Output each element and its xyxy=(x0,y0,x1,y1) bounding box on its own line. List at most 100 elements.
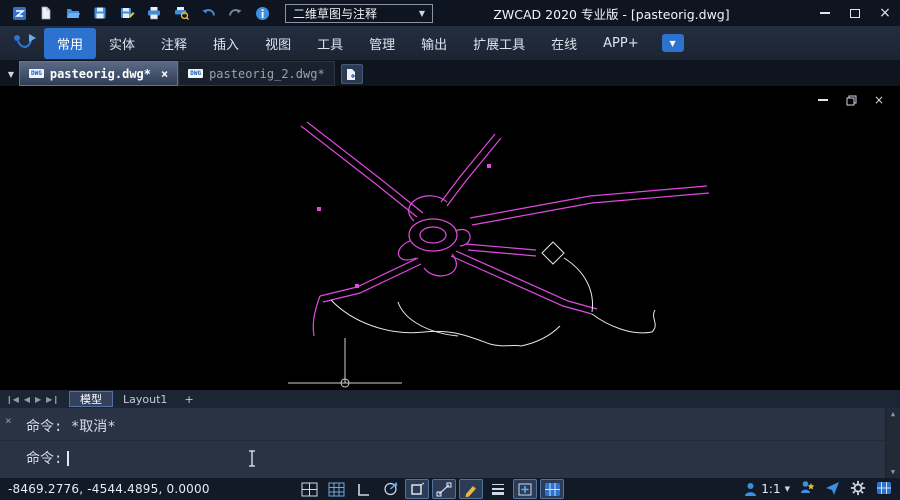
command-prompt-text: 命令: xyxy=(26,448,62,468)
doc-tab-list-icon[interactable]: ▼ xyxy=(3,62,19,86)
doc-tab-pasteorig[interactable]: DWG pasteorig.dwg* × xyxy=(19,61,178,86)
maximize-button[interactable] xyxy=(840,0,870,26)
ucs-axis-marker xyxy=(288,338,402,387)
last-layout-icon[interactable]: ▶❙ xyxy=(46,395,59,404)
snap-mode-icon[interactable] xyxy=(297,479,321,499)
save-as-icon[interactable] xyxy=(118,4,136,22)
close-command-icon[interactable]: × xyxy=(5,414,12,427)
doc-minimize-button[interactable] xyxy=(816,94,830,106)
next-layout-icon[interactable]: ▶ xyxy=(35,395,41,404)
help-icon[interactable] xyxy=(253,4,271,22)
save-icon[interactable] xyxy=(91,4,109,22)
status-toggle-icons xyxy=(297,479,564,499)
ribbon-tab-home[interactable]: 常用 xyxy=(44,28,96,59)
quick-access-toolbar xyxy=(10,4,271,22)
command-prompt-line[interactable]: 命令: xyxy=(26,448,69,468)
command-history-line: 命令: *取消* xyxy=(26,416,116,436)
annotation-visibility-icon xyxy=(800,480,815,495)
navigation-button[interactable] xyxy=(825,480,840,498)
drawing-area[interactable]: × xyxy=(0,86,900,390)
close-icon: × xyxy=(874,93,884,107)
window-title: ZWCAD 2020 专业版 - [pasteorig.dwg] xyxy=(433,4,810,23)
command-scrollbar[interactable]: ▲ ▼ xyxy=(885,408,900,478)
app-icon[interactable] xyxy=(10,4,28,22)
zwcad-logo[interactable] xyxy=(6,28,44,58)
close-button[interactable]: × xyxy=(870,0,900,26)
ribbon-tab-output[interactable]: 输出 xyxy=(408,28,460,59)
command-divider xyxy=(0,440,885,441)
window-controls: × xyxy=(810,0,900,26)
ribbon-tab-insert[interactable]: 插入 xyxy=(200,28,252,59)
prev-layout-icon[interactable]: ◀ xyxy=(24,395,30,404)
add-layout-button[interactable]: + xyxy=(177,391,200,407)
lineweight-icon[interactable] xyxy=(486,479,510,499)
terrain-lines-white xyxy=(331,242,655,346)
layout-tab-bar: ❙◀ ◀ ▶ ▶❙ 模型 Layout1 + xyxy=(0,390,900,408)
ribbon-minimize-button[interactable]: ▼ xyxy=(662,34,684,52)
drawing-window-controls: × xyxy=(816,94,886,106)
ribbon-tab-manage[interactable]: 管理 xyxy=(356,28,408,59)
chevron-down-icon: ▼ xyxy=(419,9,425,18)
annotation-scale-value: 1:1 xyxy=(761,482,780,496)
dwg-file-icon: DWG xyxy=(29,69,44,78)
doc-tab-label: pasteorig_2.dwg* xyxy=(209,67,325,81)
dynamic-input-icon[interactable] xyxy=(459,479,483,499)
minimize-button[interactable] xyxy=(810,0,840,26)
doc-restore-button[interactable] xyxy=(844,94,858,106)
tab-model[interactable]: 模型 xyxy=(69,391,113,407)
mouse-cursor-ibeam xyxy=(247,450,257,471)
undo-icon[interactable] xyxy=(199,4,217,22)
zwcad-window: 二维草图与注释 ▼ ZWCAD 2020 专业版 - [pasteorig.dw… xyxy=(0,0,900,500)
minimize-icon xyxy=(818,99,828,101)
cad-drawing[interactable] xyxy=(0,86,900,390)
doc-close-button[interactable]: × xyxy=(872,94,886,106)
scroll-up-icon[interactable]: ▲ xyxy=(891,410,895,418)
status-bar: -8469.2776, -4544.4895, 0.0000 xyxy=(0,478,900,500)
close-tab-icon[interactable]: × xyxy=(161,67,168,81)
first-layout-icon[interactable]: ❙◀ xyxy=(6,395,19,404)
open-file-icon[interactable] xyxy=(64,4,82,22)
road-network-magenta xyxy=(301,122,709,336)
clean-screen-button[interactable] xyxy=(876,481,892,498)
plot-icon[interactable] xyxy=(145,4,163,22)
grid-display-icon[interactable] xyxy=(324,479,348,499)
plot-preview-icon[interactable] xyxy=(172,4,190,22)
doc-tab-label: pasteorig.dwg* xyxy=(50,67,151,81)
object-snap-tracking-icon[interactable] xyxy=(432,479,456,499)
scroll-down-icon[interactable]: ▼ xyxy=(891,468,895,476)
workspace-dropdown[interactable]: 二维草图与注释 ▼ xyxy=(285,4,433,23)
annotation-visibility-button[interactable] xyxy=(800,480,815,498)
settings-button[interactable] xyxy=(850,480,866,499)
new-file-icon[interactable] xyxy=(37,4,55,22)
close-icon: × xyxy=(879,5,891,21)
ortho-mode-icon[interactable] xyxy=(351,479,375,499)
clean-screen-icon xyxy=(876,481,892,495)
tab-layout1[interactable]: Layout1 xyxy=(113,391,177,407)
dynamic-ucs-icon[interactable] xyxy=(513,479,537,499)
ribbon-tab-app-plus[interactable]: APP+ xyxy=(590,30,651,57)
ribbon-tab-online[interactable]: 在线 xyxy=(538,28,590,59)
grid-style-icon[interactable] xyxy=(540,479,564,499)
ribbon-tab-solid[interactable]: 实体 xyxy=(96,28,148,59)
object-snap-icon[interactable] xyxy=(405,479,429,499)
layout-nav-buttons: ❙◀ ◀ ▶ ▶❙ xyxy=(6,395,59,404)
polar-tracking-icon[interactable] xyxy=(378,479,402,499)
chevron-down-icon: ▼ xyxy=(670,39,676,48)
ribbon-tab-express-tools[interactable]: 扩展工具 xyxy=(460,28,538,59)
new-tab-button[interactable] xyxy=(341,64,363,84)
gear-icon xyxy=(850,480,866,496)
restore-icon xyxy=(846,95,857,106)
ribbon-tab-tools[interactable]: 工具 xyxy=(304,28,356,59)
status-right-tools: 1:1 ▼ xyxy=(744,480,892,499)
ribbon-tab-view[interactable]: 视图 xyxy=(252,28,304,59)
doc-tab-pasteorig-2[interactable]: DWG pasteorig_2.dwg* xyxy=(178,61,334,86)
chevron-down-icon: ▼ xyxy=(785,485,790,493)
coordinates-readout: -8469.2776, -4544.4895, 0.0000 xyxy=(8,482,213,496)
new-tab-icon xyxy=(345,68,358,81)
ribbon-tab-bar: 常用 实体 注释 插入 视图 工具 管理 输出 扩展工具 在线 APP+ ▼ xyxy=(0,26,900,60)
ribbon-tab-annotate[interactable]: 注释 xyxy=(148,28,200,59)
annotation-scale-button[interactable]: 1:1 ▼ xyxy=(744,482,790,497)
command-line-panel[interactable]: × 命令: *取消* 命令: ▲ ▼ xyxy=(0,408,900,478)
title-bar: 二维草图与注释 ▼ ZWCAD 2020 专业版 - [pasteorig.dw… xyxy=(0,0,900,26)
redo-icon[interactable] xyxy=(226,4,244,22)
